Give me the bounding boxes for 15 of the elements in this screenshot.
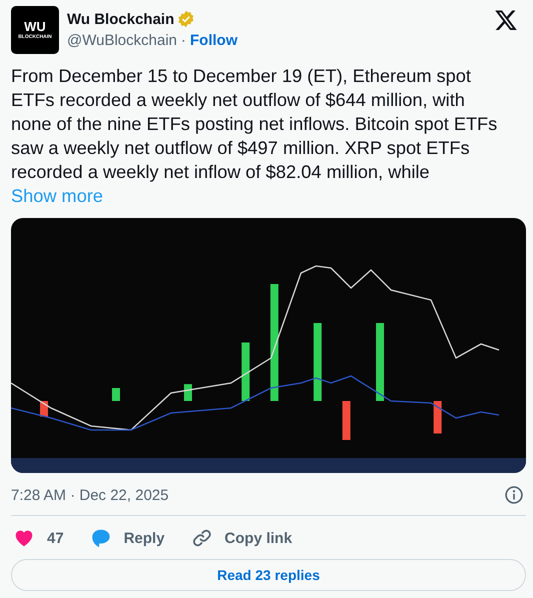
follow-link[interactable]: Follow [190, 32, 238, 49]
speech-bubble-icon [90, 527, 112, 549]
info-icon[interactable] [504, 485, 524, 505]
timestamp[interactable]: 7:28 AM · Dec 22, 2025 [11, 486, 169, 504]
like-button[interactable]: 47 [11, 525, 66, 551]
reply-button[interactable]: Reply [88, 525, 167, 551]
author-name[interactable]: Wu Blockchain [67, 10, 174, 28]
x-logo-icon[interactable] [494, 8, 518, 32]
read-replies-button[interactable]: Read 23 replies [11, 559, 526, 591]
author-handle[interactable]: @WuBlockchain [67, 32, 177, 49]
post-text: From December 15 to December 19 (ET), Ethereum spot ETFs recorded a weekly net outflow of $644 million, with none of the nine ETFs posting net inflows. Bitcoin spot ETFs saw a weekly net outflow of $497 million. XRP spot ETFs recorded a weekly net inflow of $82.04 million, while Show more [11, 65, 498, 208]
separator-dot: · [181, 32, 186, 49]
link-icon [190, 527, 213, 549]
avatar-logo-text: WU [24, 20, 46, 34]
copy-link-button[interactable]: Copy link [188, 525, 294, 551]
